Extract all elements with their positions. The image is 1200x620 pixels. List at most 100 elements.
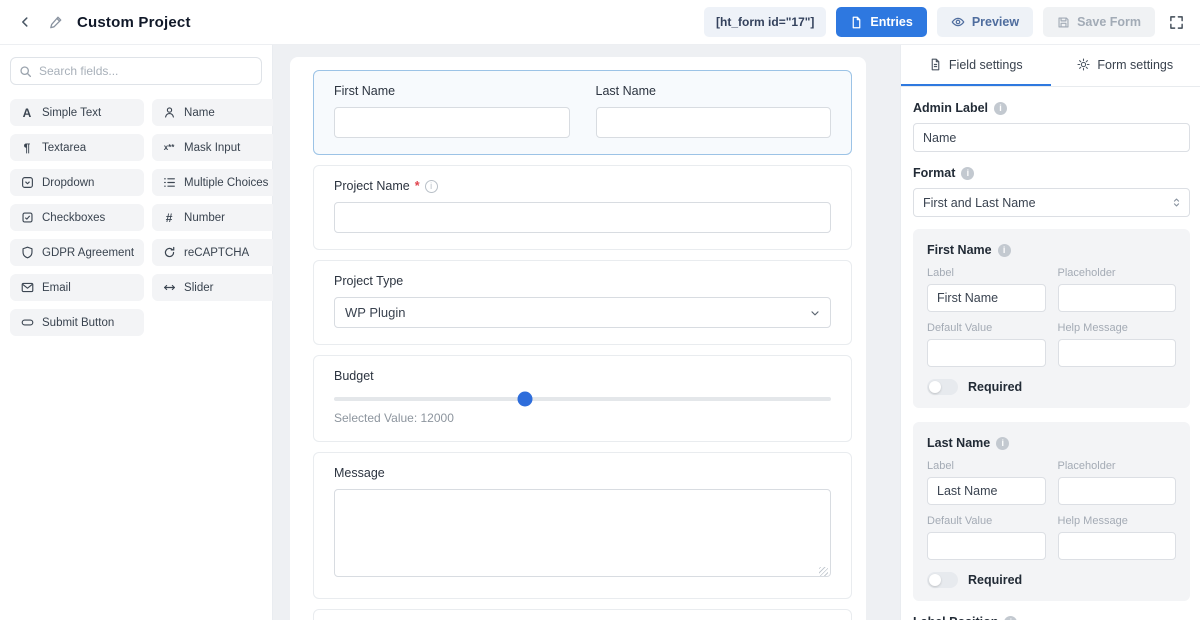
default-value-caption: Default Value [927,322,1046,334]
info-icon: i [998,244,1011,257]
label-caption: Label [927,460,1046,472]
mask-icon: x** [162,143,176,152]
resize-grip-icon[interactable] [819,567,828,576]
message-textarea[interactable] [334,489,831,577]
field-type-dropdown[interactable]: Dropdown [10,169,144,196]
save-form-button[interactable]: Save Form [1043,7,1155,37]
last-name-default-input[interactable] [927,532,1046,560]
eye-icon [951,15,965,29]
form-canvas: First Name Last Name Project Name * i [273,45,900,620]
field-type-submit-button[interactable]: Submit Button [10,309,144,336]
settings-panel: Field settings Form settings Admin Label… [900,45,1200,620]
shortcode-chip[interactable]: [ht_form id="17"] [704,7,826,37]
tab-form-settings[interactable]: Form settings [1051,45,1200,86]
budget-slider-thumb[interactable] [518,392,533,407]
field-type-textarea[interactable]: ¶ Textarea [10,134,144,161]
admin-label-label: Admin Label [913,101,988,115]
info-icon: i [425,180,438,193]
form-builder-app: Custom Project [ht_form id="17"] Entries… [0,0,1200,620]
field-type-multiple-choices[interactable]: Multiple Choices [152,169,278,196]
budget-label: Budget [334,369,831,383]
updown-arrows-icon [1171,196,1182,214]
message-label: Message [334,466,831,480]
edit-title-icon[interactable] [48,15,63,30]
first-name-group-title: First Name [927,243,992,257]
field-type-recaptcha[interactable]: reCAPTCHA [152,239,278,266]
document-icon [929,58,942,71]
project-name-input[interactable] [334,202,831,233]
placeholder-caption: Placeholder [1058,267,1177,279]
first-name-default-input[interactable] [927,339,1046,367]
field-settings-body: Admin Label i Format i Firs [901,87,1200,620]
last-name-placeholder-input[interactable] [1058,477,1177,505]
field-type-simple-text[interactable]: A Simple Text [10,99,144,126]
chevron-down-icon [809,306,821,324]
last-name-group-title: Last Name [927,436,990,450]
hash-icon: # [162,211,176,225]
paragraph-icon: ¶ [20,141,34,155]
page-title: Custom Project [77,14,191,31]
project-type-label: Project Type [334,274,831,288]
back-chevron-icon [18,15,32,29]
envelope-icon [20,281,34,294]
field-type-number[interactable]: # Number [152,204,278,231]
text-icon: A [20,106,34,120]
budget-slider-track[interactable] [334,397,831,401]
fullscreen-button[interactable] [1167,13,1186,32]
save-icon [1057,16,1070,29]
entries-button[interactable]: Entries [836,7,926,37]
first-name-label: First Name [334,84,570,98]
form-preview-panel: First Name Last Name Project Name * i [290,57,866,620]
field-type-grid: A Simple Text Name ¶ Textarea x** Mask I… [10,99,262,336]
back-button[interactable] [16,13,34,31]
label-caption: Label [927,267,1046,279]
info-icon: i [961,167,974,180]
admin-label-input[interactable] [913,123,1190,152]
preview-button[interactable]: Preview [937,7,1033,37]
header: Custom Project [ht_form id="17"] Entries… [0,0,1200,45]
field-type-email[interactable]: Email [10,274,144,301]
search-input[interactable] [10,57,262,85]
tab-field-settings[interactable]: Field settings [901,45,1051,86]
submit-block[interactable]: Submit [313,609,852,620]
first-name-help-input[interactable] [1058,339,1177,367]
project-type-select[interactable] [334,297,831,328]
settings-tabs: Field settings Form settings [901,45,1200,87]
refresh-icon [162,246,176,259]
required-asterisk: * [415,179,420,193]
dropdown-icon [20,176,34,189]
last-name-help-input[interactable] [1058,532,1177,560]
last-name-input[interactable] [596,107,832,138]
arrows-horizontal-icon [162,281,176,294]
field-type-checkboxes[interactable]: Checkboxes [10,204,144,231]
field-type-mask-input[interactable]: x** Mask Input [152,134,278,161]
first-name-label-input[interactable] [927,284,1046,312]
budget-selected-value: Selected Value: 12000 [334,411,831,425]
last-name-settings-group: Last Name i Label Placeholder [913,422,1190,601]
shield-icon [20,246,34,259]
search-fields [10,57,262,85]
last-name-label-input[interactable] [927,477,1046,505]
field-type-name[interactable]: Name [152,99,278,126]
help-message-caption: Help Message [1058,515,1177,527]
first-name-settings-group: First Name i Label Placeholder [913,229,1190,408]
person-icon [162,106,176,119]
name-field-block[interactable]: First Name Last Name [313,70,852,155]
first-name-placeholder-input[interactable] [1058,284,1177,312]
first-name-input[interactable] [334,107,570,138]
message-block[interactable]: Message [313,452,852,599]
field-type-slider[interactable]: Slider [152,274,278,301]
label-position-label: Label Position [913,615,998,620]
list-icon [162,176,176,189]
field-type-gdpr[interactable]: GDPR Agreement [10,239,144,266]
project-name-block[interactable]: Project Name * i [313,165,852,250]
last-name-label: Last Name [596,84,832,98]
project-type-block[interactable]: Project Type [313,260,852,345]
format-select[interactable] [913,188,1190,217]
project-name-label: Project Name [334,179,410,193]
last-name-required-toggle[interactable] [927,572,958,588]
budget-block[interactable]: Budget Selected Value: 12000 [313,355,852,442]
gear-icon [1077,58,1090,71]
first-name-required-toggle[interactable] [927,379,958,395]
checkbox-icon [20,211,34,224]
